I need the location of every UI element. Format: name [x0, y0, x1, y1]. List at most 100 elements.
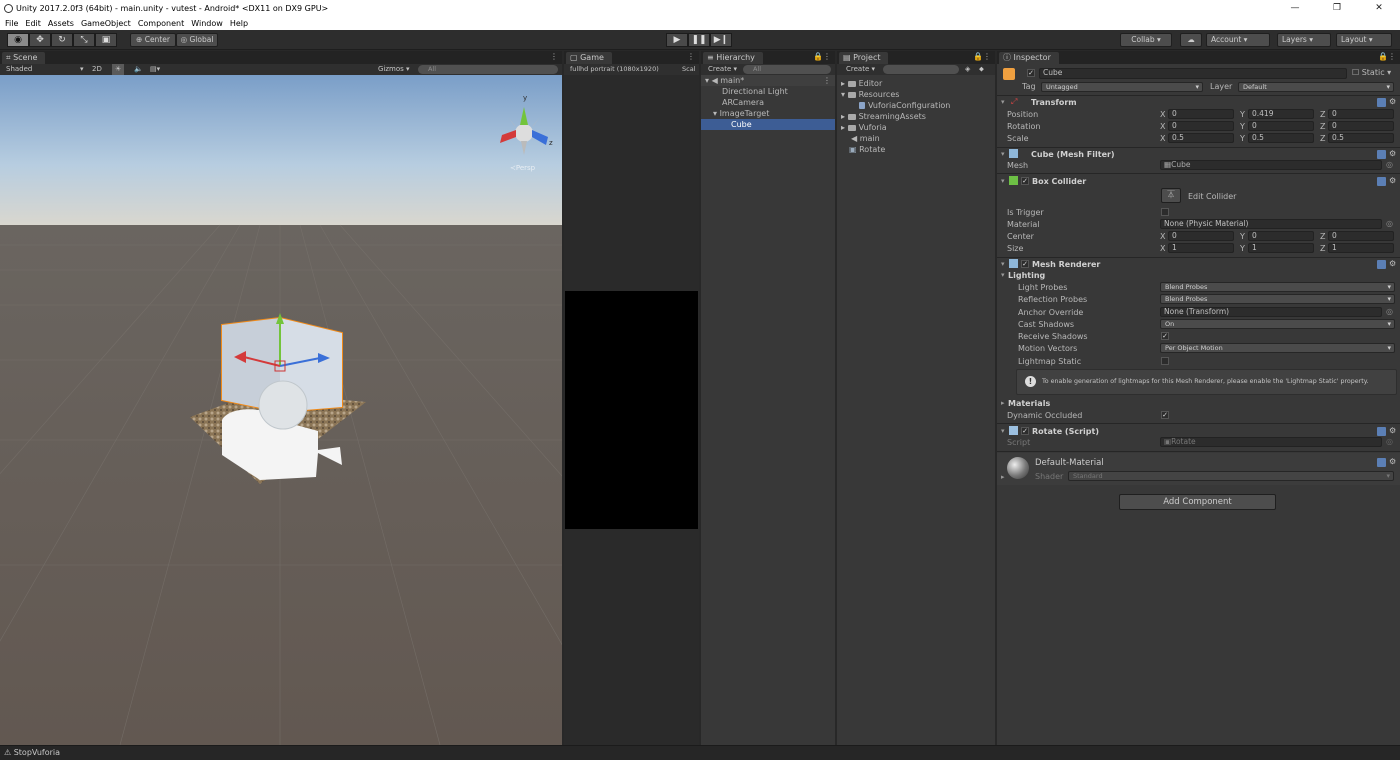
help-icon[interactable]: [1377, 427, 1386, 436]
rotation-x-field[interactable]: 0: [1168, 121, 1234, 131]
rotate-tool-icon[interactable]: ↻: [51, 33, 73, 47]
maximize-button[interactable]: ❐: [1316, 0, 1358, 16]
pivot-global-button[interactable]: ◎ Global: [176, 33, 218, 47]
scale-x-field[interactable]: 0.5: [1168, 133, 1234, 143]
settings-gear-icon[interactable]: ⚙: [1389, 176, 1396, 185]
tab-scene[interactable]: ⌗ Scene: [2, 52, 46, 64]
filter-type-icon[interactable]: ◈: [965, 64, 970, 75]
size-z-field[interactable]: 1: [1328, 243, 1394, 253]
game-view[interactable]: [565, 291, 698, 529]
settings-gear-icon[interactable]: ⚙: [1389, 426, 1396, 435]
motion-vectors-dropdown[interactable]: Per Object Motion: [1160, 343, 1395, 353]
project-item[interactable]: ▸ StreamingAssets: [837, 111, 995, 122]
hierarchy-item-selected[interactable]: Cube: [701, 119, 835, 130]
menu-gameobject[interactable]: GameObject: [79, 19, 136, 28]
scene-search-input[interactable]: All: [418, 65, 558, 74]
mesh-filter-header[interactable]: Cube (Mesh Filter): [1031, 150, 1115, 159]
rotation-z-field[interactable]: 0: [1328, 121, 1394, 131]
settings-gear-icon[interactable]: ⚙: [1389, 149, 1396, 158]
project-item[interactable]: ▾ Resources: [837, 89, 995, 100]
hierarchy-item[interactable]: Directional Light: [701, 86, 835, 97]
position-z-field[interactable]: 0: [1328, 109, 1394, 119]
settings-gear-icon[interactable]: ⚙: [1389, 97, 1396, 106]
menu-assets[interactable]: Assets: [46, 19, 79, 28]
scale-z-field[interactable]: 0.5: [1328, 133, 1394, 143]
hierarchy-scene-row[interactable]: ▾ ◀ main* ⋮: [701, 75, 835, 86]
shading-mode-dropdown[interactable]: Shaded: [6, 64, 32, 75]
object-picker-icon[interactable]: ◎: [1386, 307, 1393, 316]
light-probes-dropdown[interactable]: Blend Probes: [1160, 282, 1395, 292]
project-item[interactable]: VuforiaConfiguration: [837, 100, 995, 111]
step-button[interactable]: ▶❙: [710, 33, 732, 47]
help-icon[interactable]: [1377, 260, 1386, 269]
pause-button[interactable]: ❚❚: [688, 33, 710, 47]
minimize-button[interactable]: —: [1274, 0, 1316, 16]
gizmos-dropdown[interactable]: Gizmos ▾: [378, 64, 410, 75]
position-x-field[interactable]: 0: [1168, 109, 1234, 119]
tag-dropdown[interactable]: Untagged: [1041, 82, 1203, 92]
move-tool-icon[interactable]: ✥: [29, 33, 51, 47]
tab-inspector[interactable]: ⓘ Inspector: [999, 52, 1059, 64]
settings-gear-icon[interactable]: ⚙: [1389, 259, 1396, 268]
rect-tool-icon[interactable]: ▣: [95, 33, 117, 47]
project-search-input[interactable]: [883, 65, 959, 74]
physic-material-field[interactable]: None (Physic Material): [1160, 219, 1382, 229]
panel-menu-icon[interactable]: 🔒⋮: [813, 52, 831, 61]
layout-dropdown[interactable]: Layout ▾: [1336, 33, 1392, 47]
panel-menu-icon[interactable]: 🔒⋮: [1378, 52, 1396, 61]
object-picker-icon[interactable]: ◎: [1386, 219, 1393, 228]
static-checkbox[interactable]: ☐ Static ▾: [1352, 68, 1391, 77]
rotate-script-header[interactable]: Rotate (Script): [1032, 427, 1099, 436]
close-button[interactable]: ✕: [1358, 0, 1400, 16]
pivot-center-button[interactable]: ⊕ Center: [130, 33, 176, 47]
layers-dropdown[interactable]: Layers ▾: [1277, 33, 1331, 47]
collab-button[interactable]: Collab ▾: [1120, 33, 1172, 47]
project-create-button[interactable]: Create ▾: [846, 64, 875, 75]
cast-shadows-dropdown[interactable]: On: [1160, 319, 1395, 329]
project-item[interactable]: ◀ main: [837, 133, 995, 144]
2d-toggle[interactable]: 2D: [92, 64, 102, 75]
anchor-override-field[interactable]: None (Transform): [1160, 307, 1382, 317]
hierarchy-search-input[interactable]: All: [743, 65, 831, 74]
hierarchy-item[interactable]: ▾ ImageTarget: [701, 108, 835, 119]
menu-file[interactable]: File: [3, 19, 23, 28]
lightmap-static-checkbox[interactable]: [1161, 357, 1169, 365]
tab-game[interactable]: ▢ Game: [566, 52, 612, 64]
filter-label-icon[interactable]: ⬥: [979, 64, 984, 75]
cloud-icon[interactable]: ☁: [1180, 33, 1202, 47]
panel-menu-icon[interactable]: ⋮: [550, 52, 558, 61]
menu-help[interactable]: Help: [228, 19, 253, 28]
size-x-field[interactable]: 1: [1168, 243, 1234, 253]
account-dropdown[interactable]: Account ▾: [1206, 33, 1270, 47]
hierarchy-create-button[interactable]: Create ▾: [708, 64, 737, 75]
reflection-probes-dropdown[interactable]: Blend Probes: [1160, 294, 1395, 304]
lighting-toggle-icon[interactable]: ☀: [112, 64, 125, 75]
mesh-renderer-enabled-checkbox[interactable]: ✓: [1021, 260, 1029, 268]
box-collider-enabled-checkbox[interactable]: ✓: [1021, 177, 1029, 185]
materials-foldout[interactable]: Materials: [1008, 399, 1050, 408]
scale-tool-icon[interactable]: ⤡: [73, 33, 95, 47]
help-icon[interactable]: [1377, 150, 1386, 159]
view-tool-eye-icon[interactable]: ◉: [7, 33, 29, 47]
scene-viewport[interactable]: y z ≺Persp: [0, 75, 562, 745]
tab-hierarchy[interactable]: ≡ Hierarchy: [703, 52, 763, 64]
position-y-field[interactable]: 0.419: [1248, 109, 1314, 119]
box-collider-header[interactable]: Box Collider: [1032, 177, 1086, 186]
help-icon[interactable]: [1377, 177, 1386, 186]
transform-header[interactable]: Transform: [1031, 98, 1077, 107]
hierarchy-item[interactable]: ARCamera: [701, 97, 835, 108]
is-trigger-checkbox[interactable]: [1161, 208, 1169, 216]
scale-slider-label[interactable]: Scal: [682, 64, 696, 75]
receive-shadows-checkbox[interactable]: ✓: [1161, 332, 1169, 340]
play-button[interactable]: ▶: [666, 33, 688, 47]
status-message[interactable]: StopVuforia: [14, 748, 60, 757]
menu-edit[interactable]: Edit: [23, 19, 46, 28]
center-z-field[interactable]: 0: [1328, 231, 1394, 241]
object-name-input[interactable]: Cube: [1039, 68, 1347, 79]
panel-menu-icon[interactable]: 🔒⋮: [973, 52, 991, 61]
menu-component[interactable]: Component: [136, 19, 189, 28]
mesh-field[interactable]: ▦Cube: [1160, 160, 1382, 170]
tab-project[interactable]: ▤ Project: [839, 52, 889, 64]
lighting-foldout[interactable]: Lighting: [1008, 271, 1045, 280]
scale-y-field[interactable]: 0.5: [1248, 133, 1314, 143]
